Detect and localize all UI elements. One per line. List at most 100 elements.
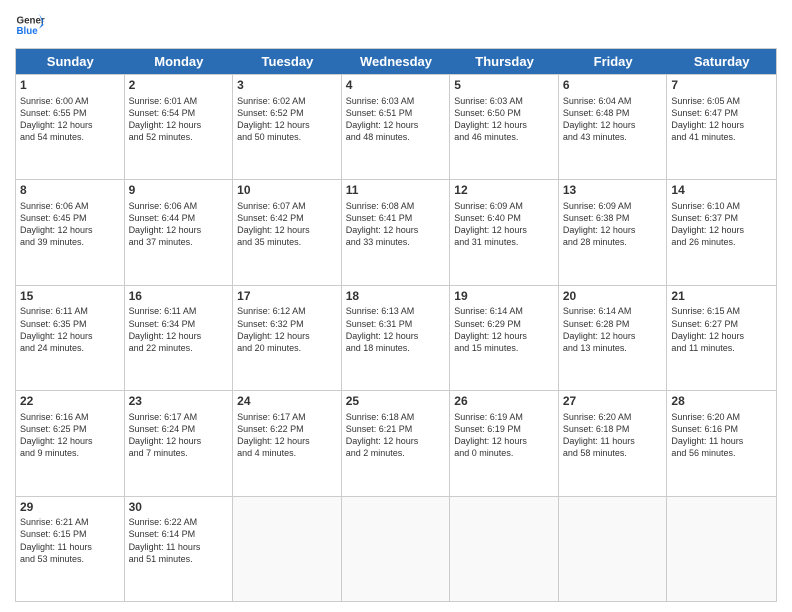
day-number: 6: [563, 78, 663, 94]
cell-info: Sunrise: 6:11 AMSunset: 6:35 PMDaylight:…: [20, 305, 120, 354]
cell-info: Sunrise: 6:20 AMSunset: 6:18 PMDaylight:…: [563, 411, 663, 460]
calendar-body: 1Sunrise: 6:00 AMSunset: 6:55 PMDaylight…: [16, 74, 776, 601]
cell-info: Sunrise: 6:11 AMSunset: 6:34 PMDaylight:…: [129, 305, 229, 354]
calendar: SundayMondayTuesdayWednesdayThursdayFrid…: [15, 48, 777, 602]
cell-info: Sunrise: 6:13 AMSunset: 6:31 PMDaylight:…: [346, 305, 446, 354]
day-cell-14: 14Sunrise: 6:10 AMSunset: 6:37 PMDayligh…: [667, 180, 776, 284]
day-number: 22: [20, 394, 120, 410]
day-number: 5: [454, 78, 554, 94]
header-day-saturday: Saturday: [667, 49, 776, 74]
cell-info: Sunrise: 6:21 AMSunset: 6:15 PMDaylight:…: [20, 516, 120, 565]
cell-info: Sunrise: 6:01 AMSunset: 6:54 PMDaylight:…: [129, 95, 229, 144]
cell-info: Sunrise: 6:03 AMSunset: 6:50 PMDaylight:…: [454, 95, 554, 144]
empty-cell: [233, 497, 342, 601]
day-cell-22: 22Sunrise: 6:16 AMSunset: 6:25 PMDayligh…: [16, 391, 125, 495]
day-number: 27: [563, 394, 663, 410]
day-number: 8: [20, 183, 120, 199]
logo: General Blue: [15, 10, 45, 40]
logo-icon: General Blue: [15, 10, 45, 40]
day-cell-27: 27Sunrise: 6:20 AMSunset: 6:18 PMDayligh…: [559, 391, 668, 495]
day-cell-16: 16Sunrise: 6:11 AMSunset: 6:34 PMDayligh…: [125, 286, 234, 390]
cell-info: Sunrise: 6:09 AMSunset: 6:38 PMDaylight:…: [563, 200, 663, 249]
cell-info: Sunrise: 6:22 AMSunset: 6:14 PMDaylight:…: [129, 516, 229, 565]
day-number: 16: [129, 289, 229, 305]
cell-info: Sunrise: 6:18 AMSunset: 6:21 PMDaylight:…: [346, 411, 446, 460]
day-cell-19: 19Sunrise: 6:14 AMSunset: 6:29 PMDayligh…: [450, 286, 559, 390]
day-number: 3: [237, 78, 337, 94]
day-cell-4: 4Sunrise: 6:03 AMSunset: 6:51 PMDaylight…: [342, 75, 451, 179]
day-cell-29: 29Sunrise: 6:21 AMSunset: 6:15 PMDayligh…: [16, 497, 125, 601]
day-number: 23: [129, 394, 229, 410]
cell-info: Sunrise: 6:14 AMSunset: 6:28 PMDaylight:…: [563, 305, 663, 354]
cell-info: Sunrise: 6:06 AMSunset: 6:45 PMDaylight:…: [20, 200, 120, 249]
cell-info: Sunrise: 6:15 AMSunset: 6:27 PMDaylight:…: [671, 305, 772, 354]
day-cell-21: 21Sunrise: 6:15 AMSunset: 6:27 PMDayligh…: [667, 286, 776, 390]
cell-info: Sunrise: 6:03 AMSunset: 6:51 PMDaylight:…: [346, 95, 446, 144]
day-number: 20: [563, 289, 663, 305]
empty-cell: [450, 497, 559, 601]
day-number: 21: [671, 289, 772, 305]
calendar-header: SundayMondayTuesdayWednesdayThursdayFrid…: [16, 49, 776, 74]
day-number: 15: [20, 289, 120, 305]
day-number: 11: [346, 183, 446, 199]
day-cell-11: 11Sunrise: 6:08 AMSunset: 6:41 PMDayligh…: [342, 180, 451, 284]
day-number: 30: [129, 500, 229, 516]
page: General Blue SundayMondayTuesdayWednesda…: [0, 0, 792, 612]
day-cell-13: 13Sunrise: 6:09 AMSunset: 6:38 PMDayligh…: [559, 180, 668, 284]
day-number: 13: [563, 183, 663, 199]
day-cell-23: 23Sunrise: 6:17 AMSunset: 6:24 PMDayligh…: [125, 391, 234, 495]
day-number: 26: [454, 394, 554, 410]
header-day-thursday: Thursday: [450, 49, 559, 74]
day-number: 4: [346, 78, 446, 94]
empty-cell: [559, 497, 668, 601]
day-number: 28: [671, 394, 772, 410]
day-cell-2: 2Sunrise: 6:01 AMSunset: 6:54 PMDaylight…: [125, 75, 234, 179]
empty-cell: [342, 497, 451, 601]
cell-info: Sunrise: 6:20 AMSunset: 6:16 PMDaylight:…: [671, 411, 772, 460]
header-day-monday: Monday: [125, 49, 234, 74]
day-number: 29: [20, 500, 120, 516]
day-number: 18: [346, 289, 446, 305]
day-cell-28: 28Sunrise: 6:20 AMSunset: 6:16 PMDayligh…: [667, 391, 776, 495]
day-number: 7: [671, 78, 772, 94]
day-number: 10: [237, 183, 337, 199]
svg-text:Blue: Blue: [17, 26, 39, 37]
day-cell-18: 18Sunrise: 6:13 AMSunset: 6:31 PMDayligh…: [342, 286, 451, 390]
cell-info: Sunrise: 6:06 AMSunset: 6:44 PMDaylight:…: [129, 200, 229, 249]
header-day-sunday: Sunday: [16, 49, 125, 74]
cell-info: Sunrise: 6:07 AMSunset: 6:42 PMDaylight:…: [237, 200, 337, 249]
cell-info: Sunrise: 6:05 AMSunset: 6:47 PMDaylight:…: [671, 95, 772, 144]
calendar-row-1: 1Sunrise: 6:00 AMSunset: 6:55 PMDaylight…: [16, 74, 776, 179]
day-number: 24: [237, 394, 337, 410]
calendar-row-4: 22Sunrise: 6:16 AMSunset: 6:25 PMDayligh…: [16, 390, 776, 495]
calendar-row-5: 29Sunrise: 6:21 AMSunset: 6:15 PMDayligh…: [16, 496, 776, 601]
day-number: 25: [346, 394, 446, 410]
day-cell-7: 7Sunrise: 6:05 AMSunset: 6:47 PMDaylight…: [667, 75, 776, 179]
day-number: 9: [129, 183, 229, 199]
header-day-wednesday: Wednesday: [342, 49, 451, 74]
day-cell-8: 8Sunrise: 6:06 AMSunset: 6:45 PMDaylight…: [16, 180, 125, 284]
day-cell-5: 5Sunrise: 6:03 AMSunset: 6:50 PMDaylight…: [450, 75, 559, 179]
day-cell-25: 25Sunrise: 6:18 AMSunset: 6:21 PMDayligh…: [342, 391, 451, 495]
day-cell-30: 30Sunrise: 6:22 AMSunset: 6:14 PMDayligh…: [125, 497, 234, 601]
cell-info: Sunrise: 6:17 AMSunset: 6:24 PMDaylight:…: [129, 411, 229, 460]
calendar-row-3: 15Sunrise: 6:11 AMSunset: 6:35 PMDayligh…: [16, 285, 776, 390]
cell-info: Sunrise: 6:16 AMSunset: 6:25 PMDaylight:…: [20, 411, 120, 460]
day-cell-9: 9Sunrise: 6:06 AMSunset: 6:44 PMDaylight…: [125, 180, 234, 284]
day-number: 1: [20, 78, 120, 94]
day-cell-24: 24Sunrise: 6:17 AMSunset: 6:22 PMDayligh…: [233, 391, 342, 495]
header: General Blue: [15, 10, 777, 40]
day-cell-3: 3Sunrise: 6:02 AMSunset: 6:52 PMDaylight…: [233, 75, 342, 179]
cell-info: Sunrise: 6:00 AMSunset: 6:55 PMDaylight:…: [20, 95, 120, 144]
calendar-row-2: 8Sunrise: 6:06 AMSunset: 6:45 PMDaylight…: [16, 179, 776, 284]
cell-info: Sunrise: 6:09 AMSunset: 6:40 PMDaylight:…: [454, 200, 554, 249]
cell-info: Sunrise: 6:14 AMSunset: 6:29 PMDaylight:…: [454, 305, 554, 354]
day-cell-26: 26Sunrise: 6:19 AMSunset: 6:19 PMDayligh…: [450, 391, 559, 495]
day-number: 2: [129, 78, 229, 94]
day-number: 17: [237, 289, 337, 305]
day-cell-15: 15Sunrise: 6:11 AMSunset: 6:35 PMDayligh…: [16, 286, 125, 390]
cell-info: Sunrise: 6:17 AMSunset: 6:22 PMDaylight:…: [237, 411, 337, 460]
day-cell-6: 6Sunrise: 6:04 AMSunset: 6:48 PMDaylight…: [559, 75, 668, 179]
cell-info: Sunrise: 6:02 AMSunset: 6:52 PMDaylight:…: [237, 95, 337, 144]
cell-info: Sunrise: 6:19 AMSunset: 6:19 PMDaylight:…: [454, 411, 554, 460]
